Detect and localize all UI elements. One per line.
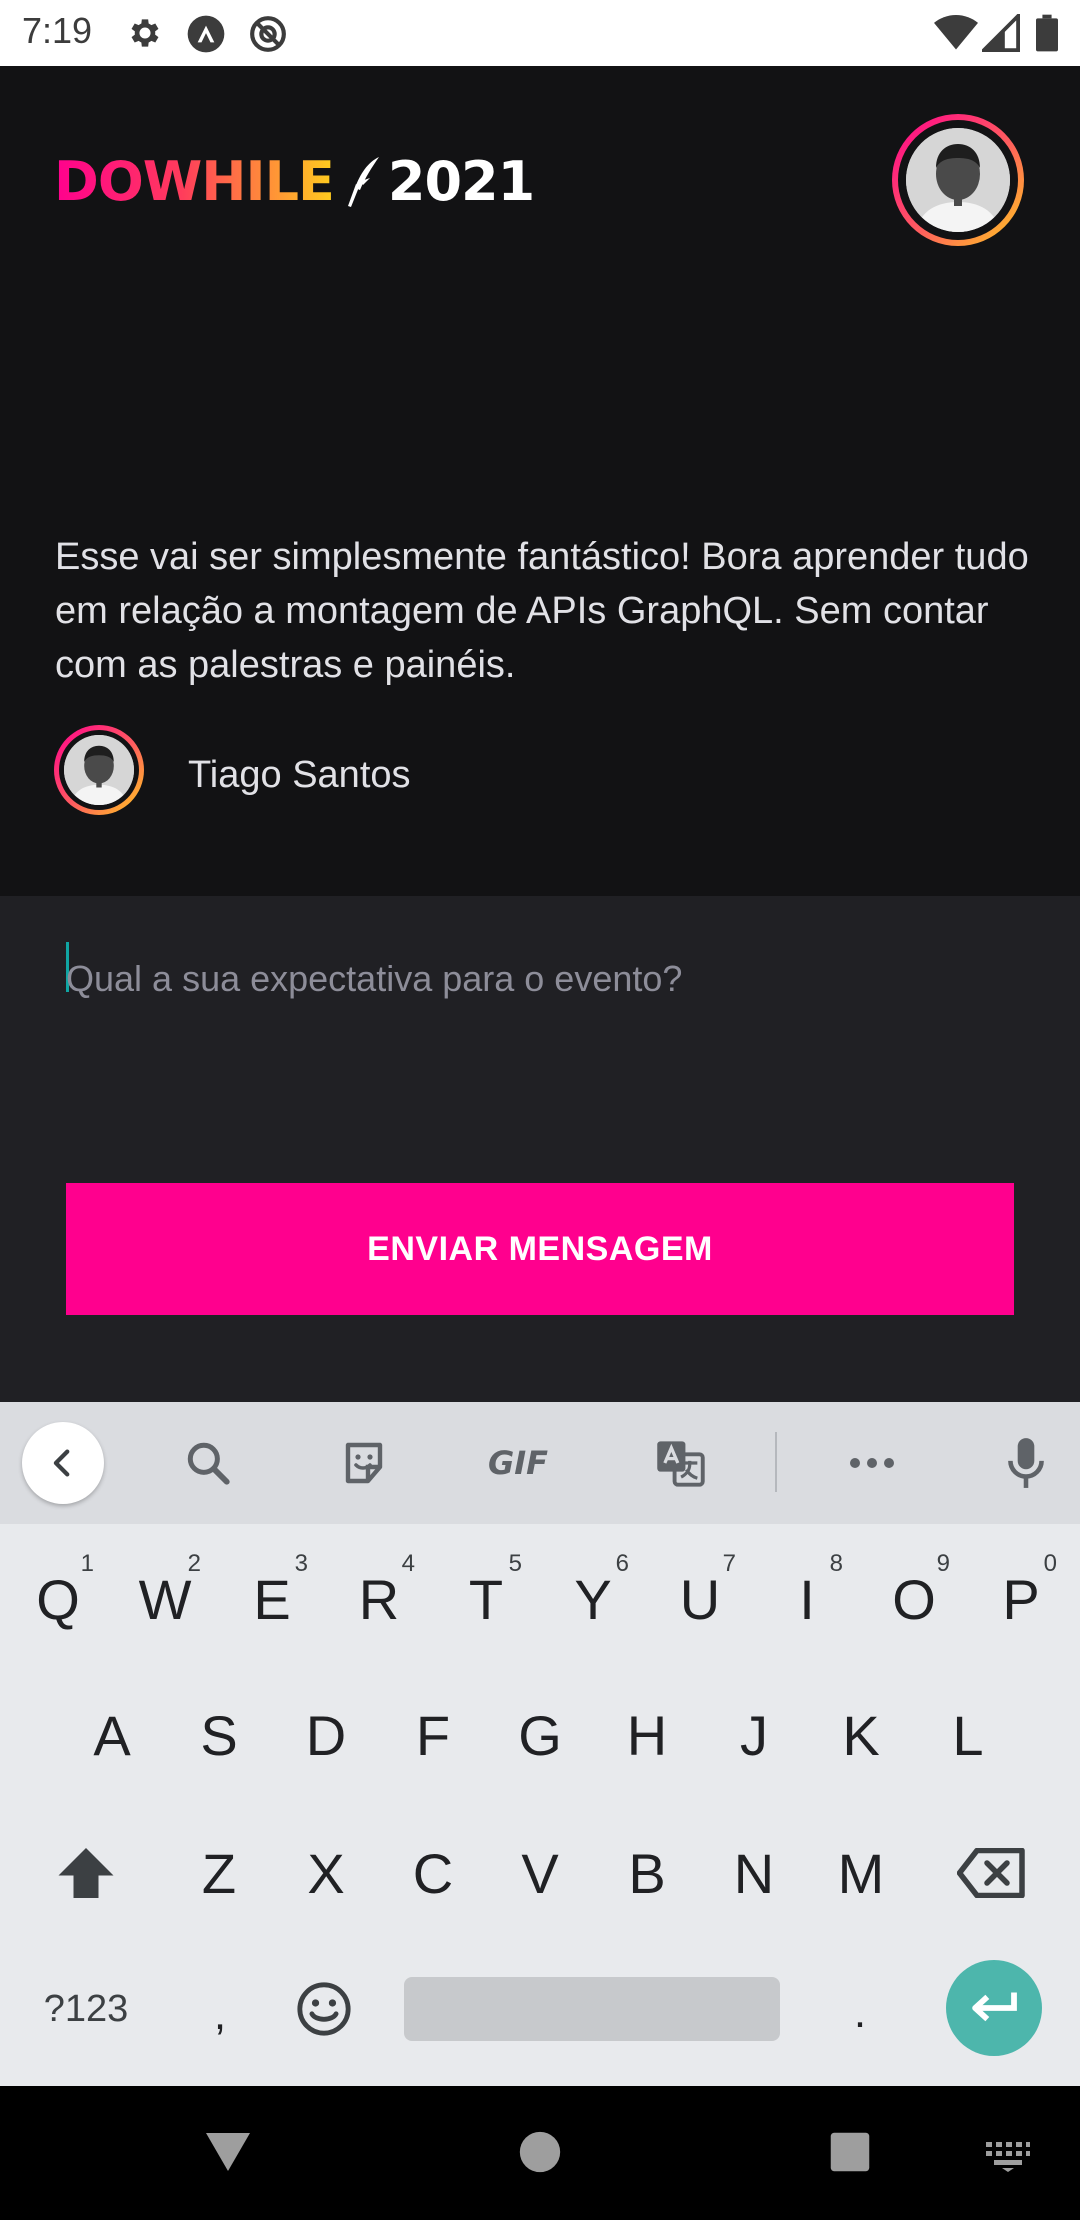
period-key[interactable]: . bbox=[810, 1948, 910, 2078]
gif-icon[interactable]: GIF bbox=[478, 1428, 558, 1498]
feather-icon bbox=[346, 154, 382, 210]
translate-icon[interactable] bbox=[650, 1428, 710, 1498]
search-icon[interactable] bbox=[178, 1428, 238, 1498]
soft-keyboard: GIF Q1 W2 E3 R4 T5 Y6 U7 I8 O9 P0 A S D … bbox=[0, 1402, 1080, 2086]
key-u[interactable]: U7 bbox=[650, 1534, 750, 1664]
key-m[interactable]: M bbox=[811, 1808, 911, 1938]
message-text: Esse vai ser simplesmente fantástico! Bo… bbox=[55, 536, 1029, 686]
key-i[interactable]: I8 bbox=[757, 1534, 857, 1664]
gif-label: GIF bbox=[487, 1444, 549, 1482]
key-k[interactable]: K bbox=[811, 1670, 911, 1800]
key-v[interactable]: V bbox=[490, 1808, 590, 1938]
key-e[interactable]: E3 bbox=[222, 1534, 322, 1664]
signal-icon bbox=[979, 11, 1020, 57]
author-avatar bbox=[54, 725, 144, 815]
enter-key[interactable] bbox=[946, 1960, 1042, 2056]
nav-home-icon[interactable] bbox=[508, 2120, 572, 2184]
gear-icon bbox=[126, 14, 164, 57]
nav-recents-icon[interactable] bbox=[818, 2120, 882, 2184]
nav-back-icon[interactable] bbox=[196, 2120, 260, 2184]
send-message-button[interactable]: ENVIAR MENSAGEM bbox=[66, 1183, 1014, 1315]
logo-dowhile-text: DOWHILE bbox=[54, 150, 335, 213]
sticker-icon[interactable] bbox=[334, 1428, 394, 1498]
mic-icon[interactable] bbox=[996, 1428, 1056, 1498]
author-avatar-photo bbox=[64, 735, 134, 805]
key-p[interactable]: P0 bbox=[971, 1534, 1071, 1664]
status-time: 7:19 bbox=[22, 10, 93, 51]
wifi-icon bbox=[934, 14, 978, 57]
key-o[interactable]: O9 bbox=[864, 1534, 964, 1664]
symbols-key[interactable]: ?123 bbox=[26, 1944, 146, 2074]
key-q[interactable]: Q1 bbox=[8, 1534, 108, 1664]
key-f[interactable]: F bbox=[383, 1670, 483, 1800]
no-tracking-icon bbox=[248, 14, 288, 59]
emoji-icon bbox=[297, 1982, 351, 2036]
navigation-bar bbox=[0, 2086, 1080, 2220]
key-n[interactable]: N bbox=[704, 1808, 804, 1938]
key-g[interactable]: G bbox=[490, 1670, 590, 1800]
toolbar-divider bbox=[775, 1432, 777, 1492]
shift-icon bbox=[58, 1848, 114, 1898]
backspace-icon bbox=[957, 1848, 1025, 1898]
space-key[interactable] bbox=[404, 1977, 780, 2041]
message-form: ENVIAR MENSAGEM bbox=[0, 896, 1080, 1402]
back-icon[interactable] bbox=[22, 1422, 104, 1504]
message-screen: DOWHILE 2021 Esse vai ser simplesmente f… bbox=[0, 66, 1080, 896]
key-z[interactable]: Z bbox=[169, 1808, 269, 1938]
key-w[interactable]: W2 bbox=[115, 1534, 215, 1664]
user-avatar[interactable] bbox=[892, 114, 1024, 246]
dowhile-logo: DOWHILE 2021 bbox=[54, 150, 535, 213]
backspace-key[interactable] bbox=[942, 1808, 1042, 1938]
author-name: Tiago Santos bbox=[188, 754, 411, 796]
key-a[interactable]: A bbox=[62, 1670, 162, 1800]
app-a-icon bbox=[186, 14, 226, 59]
key-j[interactable]: J bbox=[704, 1670, 804, 1800]
key-d[interactable]: D bbox=[276, 1670, 376, 1800]
battery-icon bbox=[1036, 14, 1058, 57]
keyboard-toolbar: GIF bbox=[0, 1402, 1080, 1524]
enter-icon bbox=[972, 1992, 1017, 2022]
key-l[interactable]: L bbox=[918, 1670, 1018, 1800]
key-r[interactable]: R4 bbox=[329, 1534, 429, 1664]
shift-key[interactable] bbox=[36, 1808, 136, 1938]
more-icon[interactable] bbox=[842, 1428, 902, 1498]
key-t[interactable]: T5 bbox=[436, 1534, 536, 1664]
key-y[interactable]: Y6 bbox=[543, 1534, 643, 1664]
status-bar: 7:19 bbox=[0, 0, 1080, 66]
key-x[interactable]: X bbox=[276, 1808, 376, 1938]
keyboard-switch-icon[interactable] bbox=[978, 2136, 1038, 2176]
avatar-photo bbox=[906, 128, 1010, 232]
key-b[interactable]: B bbox=[597, 1808, 697, 1938]
expectation-input[interactable] bbox=[66, 946, 1026, 1012]
comma-key[interactable]: , bbox=[170, 1950, 270, 2080]
logo-year-text: 2021 bbox=[387, 150, 535, 213]
key-c[interactable]: C bbox=[383, 1808, 483, 1938]
emoji-key[interactable] bbox=[274, 1944, 374, 2074]
key-h[interactable]: H bbox=[597, 1670, 697, 1800]
key-s[interactable]: S bbox=[169, 1670, 269, 1800]
